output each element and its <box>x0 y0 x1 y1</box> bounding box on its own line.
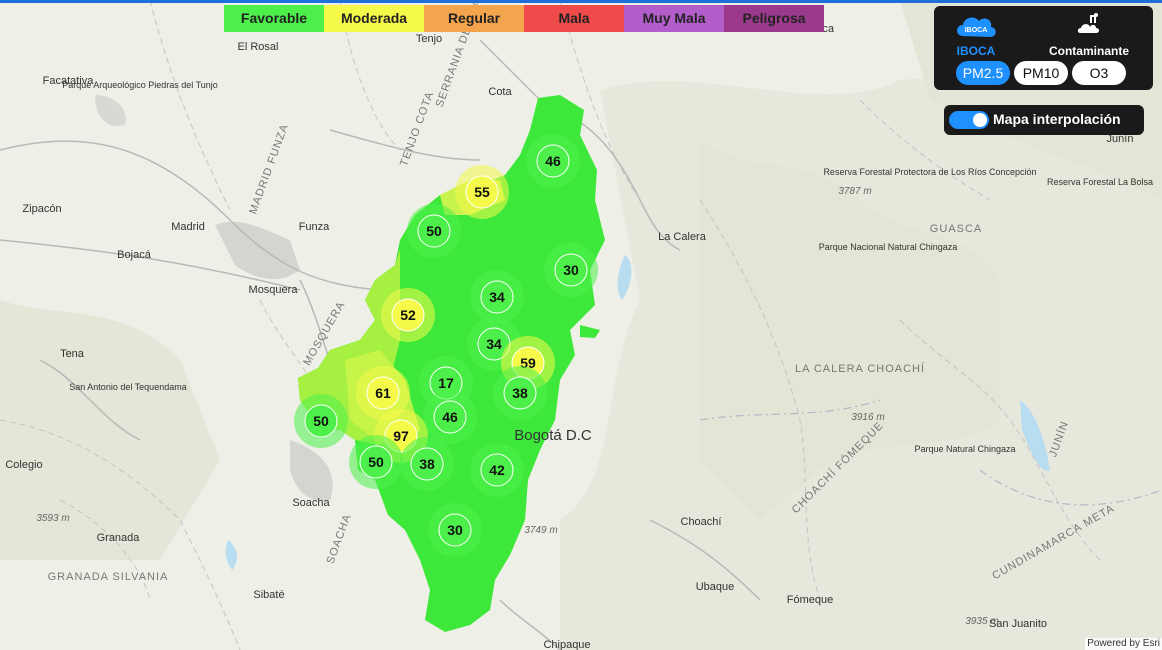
aqi-legend: Favorable Moderada Regular Mala Muy Mala Peli… <box>224 5 824 32</box>
tab-iboca-label: IBOCA <box>956 44 996 58</box>
pollutant-icon <box>1077 13 1099 33</box>
elevation-label: 3749 m <box>524 525 557 536</box>
place-label: Mosquera <box>249 284 299 296</box>
region-label: LA CALERA CHOACHÍ <box>795 362 925 375</box>
station-marker[interactable]: 42 <box>470 443 524 497</box>
legend-item-peligrosa: Peligrosa <box>724 5 824 32</box>
station-value: 46 <box>545 153 561 169</box>
top-accent-bar <box>0 0 1162 3</box>
legend-item-muy-mala: Muy Mala <box>624 5 724 32</box>
station-marker[interactable]: 34 <box>470 270 524 324</box>
station-value: 38 <box>419 456 435 472</box>
place-label: Soacha <box>292 497 330 509</box>
station-marker[interactable]: 46 <box>526 134 580 188</box>
station-marker[interactable]: 38 <box>493 366 547 420</box>
station-value: 38 <box>512 385 528 401</box>
place-label: Parque Natural Chingaza <box>914 444 1015 454</box>
place-label: Reserva Forestal Protectora de Los Ríos … <box>823 167 1036 177</box>
pollutant-selector: PM2.5 PM10 O3 <box>956 61 1126 85</box>
station-marker[interactable]: 38 <box>400 437 454 491</box>
station-value: 55 <box>474 184 490 200</box>
switch-knob <box>973 113 987 127</box>
place-label: Tenjo <box>416 33 442 45</box>
pollutant-option-o3[interactable]: O3 <box>1072 61 1126 85</box>
place-label: Tena <box>60 348 85 360</box>
place-label: Cota <box>488 86 512 98</box>
place-label: Choachí <box>681 516 722 528</box>
place-label: Granada <box>97 532 141 544</box>
map-attribution[interactable]: Powered by Esri <box>1085 638 1162 650</box>
place-label: Parque Arqueológico Piedras del Tunjo <box>62 80 218 90</box>
station-value: 97 <box>393 428 409 444</box>
station-marker[interactable]: 50 <box>294 394 348 448</box>
legend-item-moderada: Moderada <box>324 5 424 32</box>
map-canvas[interactable]: El RosalTenjoChíaFacatativaParque Arqueo… <box>0 0 1162 650</box>
station-value: 30 <box>563 262 579 278</box>
legend-item-favorable: Favorable <box>224 5 324 32</box>
station-marker[interactable]: 30 <box>428 503 482 557</box>
pollutant-option-pm10[interactable]: PM10 <box>1014 61 1068 85</box>
station-marker[interactable]: 50 <box>407 204 461 258</box>
elevation-label: 3935 m <box>965 616 998 627</box>
place-label: El Rosal <box>238 41 279 53</box>
station-marker[interactable]: 52 <box>381 288 435 342</box>
station-marker[interactable]: 30 <box>544 243 598 297</box>
place-label: Bojacá <box>117 249 152 261</box>
tab-contaminante[interactable]: Contaminante <box>1034 6 1144 60</box>
place-label: Chipaque <box>543 639 590 650</box>
station-marker[interactable]: 50 <box>349 435 403 489</box>
iboca-cloud-icon: IBOCA <box>957 17 996 37</box>
pollutant-option-pm25[interactable]: PM2.5 <box>956 61 1010 85</box>
place-label: Sibaté <box>253 589 284 601</box>
station-value: 34 <box>489 289 505 305</box>
elevation-label: 3593 m <box>36 513 69 524</box>
interpolation-switch[interactable] <box>949 111 989 129</box>
station-value: 61 <box>375 385 391 401</box>
station-value: 52 <box>400 307 416 323</box>
station-value: 50 <box>426 223 442 239</box>
station-value: 46 <box>442 409 458 425</box>
tab-contaminante-label: Contaminante <box>1048 44 1129 58</box>
place-label: Ubaque <box>696 581 735 593</box>
elevation-label: 3787 m <box>838 186 871 197</box>
station-value: 50 <box>313 413 329 429</box>
place-label: Parque Nacional Natural Chingaza <box>819 242 958 252</box>
place-label: Funza <box>299 221 330 233</box>
region-label: GRANADA SILVANIA <box>48 571 169 583</box>
station-value: 17 <box>438 375 454 391</box>
place-label: Fómeque <box>787 594 833 606</box>
station-marker[interactable]: 55 <box>455 165 509 219</box>
station-value: 42 <box>489 462 505 478</box>
station-marker[interactable]: 46 <box>423 390 477 444</box>
station-value: 34 <box>486 336 502 352</box>
station-value: 30 <box>447 522 463 538</box>
legend-item-mala: Mala <box>524 5 624 32</box>
station-value: 50 <box>368 454 384 470</box>
place-label: Colegio <box>5 459 42 471</box>
place-label: Zipacón <box>22 203 61 215</box>
svg-text:IBOCA: IBOCA <box>965 27 988 34</box>
place-label: San Antonio del Tequendama <box>69 382 186 392</box>
elevation-label: 3916 m <box>851 412 884 423</box>
place-label: Reserva Forestal La Bolsa <box>1047 177 1153 187</box>
legend-item-regular: Regular <box>424 5 524 32</box>
place-label: Bogotá D.C <box>514 427 592 444</box>
tab-iboca[interactable]: IBOCA IBOCA <box>940 6 1012 60</box>
interpolation-label: Mapa interpolación <box>993 111 1121 127</box>
region-label: GUASCA <box>930 223 982 235</box>
place-label: Madrid <box>171 221 205 233</box>
control-panel: IBOCA IBOCA Contaminante PM2.5 PM10 O3 <box>934 6 1153 90</box>
interpolation-toggle[interactable]: Mapa interpolación <box>944 105 1144 135</box>
place-label: La Calera <box>658 231 707 243</box>
